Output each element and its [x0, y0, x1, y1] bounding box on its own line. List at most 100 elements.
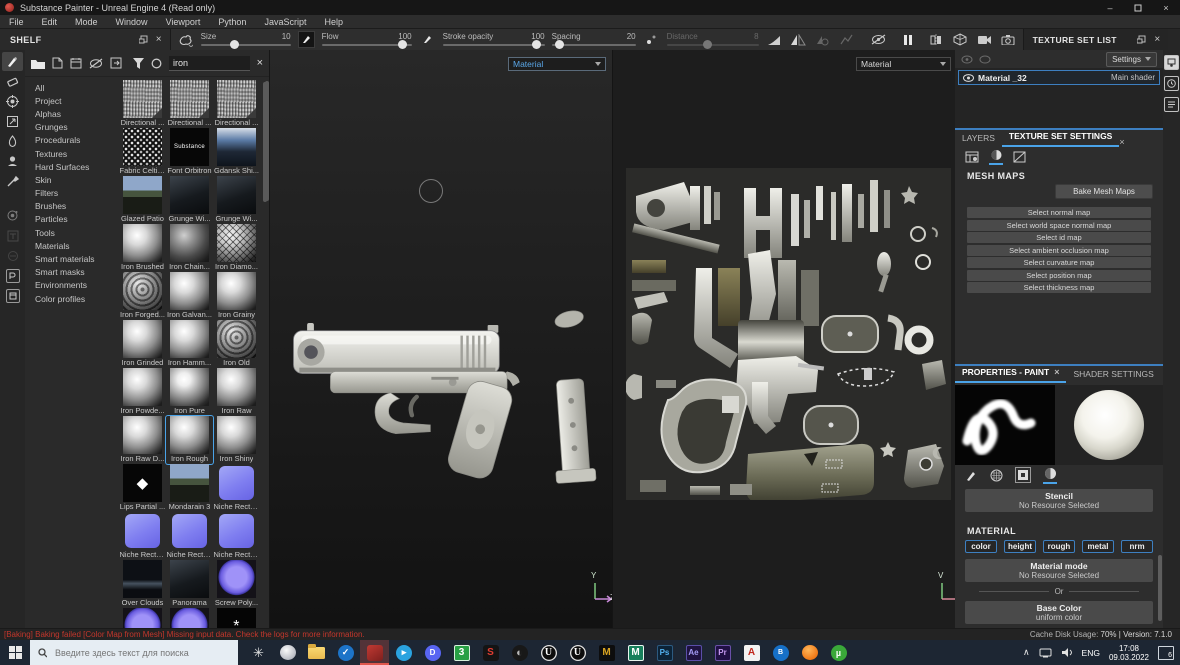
shelf-asset[interactable]: Over Clouds [119, 560, 166, 608]
clock[interactable]: 17:08 09.03.2022 [1109, 644, 1149, 662]
taskbar-app[interactable]: Ps [650, 640, 679, 665]
material-params-icon[interactable] [1043, 467, 1057, 484]
shelf-category[interactable]: Filters [25, 187, 117, 200]
viewport-3d[interactable]: Material [270, 50, 612, 628]
tab-properties-paint[interactable]: PROPERTIES - PAINT× [955, 364, 1066, 383]
shelf-category[interactable]: Skin [25, 173, 117, 186]
shelf-asset[interactable]: Iron Raw [213, 368, 260, 416]
stroke-opacity-control[interactable]: Stroke opacity100 [443, 33, 545, 46]
taskbar-app[interactable]: Pr [708, 640, 737, 665]
shelf-category[interactable]: Alphas [25, 107, 117, 120]
select-map-button[interactable]: Select world space normal map [967, 220, 1151, 231]
taskbar-app[interactable]: D [418, 640, 447, 665]
flow-control[interactable]: Flow100 [322, 33, 412, 46]
bake-mesh-maps-button[interactable]: Bake Mesh Maps [1055, 184, 1153, 199]
select-map-button[interactable]: Select id map [967, 232, 1151, 243]
taskbar-app[interactable] [302, 640, 331, 665]
shelf-asset[interactable]: Niche Recta... [119, 512, 166, 560]
shelf-category[interactable]: Smart masks [25, 266, 117, 279]
shader-mode-dropdown-3d[interactable]: Material [508, 57, 606, 71]
shelf-asset[interactable]: Iron Old [213, 320, 260, 368]
shelf-asset[interactable]: Directional ... [213, 80, 260, 128]
shelf-asset[interactable]: Gdansk Shi... [213, 128, 260, 176]
start-button[interactable] [0, 640, 30, 665]
shelf-asset[interactable]: Screw Poly... [213, 560, 260, 608]
import-resources-icon[interactable] [110, 57, 122, 69]
close-panel-icon[interactable]: × [1154, 34, 1160, 45]
hide-assets-icon[interactable] [89, 58, 103, 69]
shelf-category[interactable]: Color profiles [25, 292, 117, 305]
shelf-category[interactable]: Textures [25, 147, 117, 160]
undock-panel-icon[interactable] [1137, 35, 1146, 44]
resources-plugin-icon[interactable] [2, 286, 23, 305]
viewport-2d[interactable]: Material [612, 50, 955, 628]
shelf-asset[interactable]: Iron Rough [166, 416, 213, 464]
shelf-category[interactable]: Grunges [25, 121, 117, 134]
undock-panel-icon[interactable] [139, 35, 148, 44]
shelf-asset[interactable]: Iron Hamm... [166, 320, 213, 368]
taskbar-app[interactable]: M [592, 640, 621, 665]
resolution-icon[interactable] [965, 151, 979, 163]
channel-toggle[interactable]: height [1004, 540, 1036, 553]
log-icon[interactable] [1164, 97, 1179, 112]
shelf-asset[interactable]: Iron Grainy [213, 272, 260, 320]
network-icon[interactable] [1039, 647, 1052, 658]
shelf-asset[interactable]: Directional ... [119, 80, 166, 128]
menu-item[interactable]: Window [107, 17, 157, 27]
baking-error-message[interactable]: [Baking] Baking failed [Color Map from M… [0, 630, 365, 639]
folder-icon[interactable] [31, 58, 45, 69]
shelf-asset[interactable]: Niche Recta... [166, 512, 213, 560]
close-tab-icon[interactable]: × [1119, 137, 1124, 147]
material-mode-slot[interactable]: Material mode No Resource Selected [965, 559, 1153, 582]
menu-item[interactable]: File [0, 17, 33, 27]
shelf-asset[interactable]: Iron Raw D... [119, 416, 166, 464]
menu-item[interactable]: Edit [33, 17, 67, 27]
tab-texture-set-settings[interactable]: TEXTURE SET SETTINGS [1002, 128, 1119, 147]
menu-item[interactable]: Mode [66, 17, 107, 27]
stencil-slot[interactable]: Stencil No Resource Selected [965, 489, 1153, 512]
taskbar-app[interactable] [795, 640, 824, 665]
taskbar-app[interactable]: B [766, 640, 795, 665]
mesh-maps-tab-icon[interactable] [1013, 151, 1026, 163]
stencil-params-icon[interactable] [1015, 467, 1031, 483]
camera-video-icon[interactable] [976, 31, 993, 48]
shelf-asset[interactable]: Iron Powde... [119, 368, 166, 416]
smudge-tool[interactable] [2, 132, 23, 151]
jitter-dots-icon[interactable] [643, 31, 660, 48]
shelf-asset[interactable]: Iron Diamo... [213, 224, 260, 272]
menu-item[interactable]: Python [209, 17, 255, 27]
brush-profile-icon[interactable] [419, 31, 436, 48]
channel-toggle[interactable]: metal [1082, 540, 1114, 553]
channel-toggle[interactable]: color [965, 540, 997, 553]
polygon-fill-tool[interactable] [2, 112, 23, 131]
taskbar-app[interactable]: Ae [679, 640, 708, 665]
base-color-slot[interactable]: Base Color uniform color [965, 601, 1153, 624]
taskbar-app[interactable]: A [737, 640, 766, 665]
perspective-cube-icon[interactable] [952, 31, 969, 48]
shelf-asset[interactable]: Niche Recta... [213, 464, 260, 512]
close-button[interactable]: × [1152, 0, 1180, 15]
shelf-asset[interactable]: * [213, 608, 260, 629]
select-map-button[interactable]: Select normal map [967, 207, 1151, 218]
shelf-search-input[interactable] [169, 58, 250, 68]
pause-engine-icon[interactable] [900, 31, 917, 48]
shelf-asset[interactable]: Grunge Wi... [213, 176, 260, 224]
language-indicator[interactable]: ENG [1082, 648, 1100, 658]
taskbar-app[interactable]: U [534, 640, 563, 665]
display-settings-icon[interactable] [1164, 55, 1179, 70]
shelf-category[interactable]: Materials [25, 239, 117, 252]
select-map-button[interactable]: Select ambient occlusion map [967, 245, 1151, 256]
taskbar-app[interactable] [273, 640, 302, 665]
spacing-slider[interactable] [552, 44, 636, 46]
texture-set-item[interactable]: Material _32 Main shader [958, 70, 1160, 85]
taskbar-app[interactable]: U [563, 640, 592, 665]
panel-scrollbar[interactable] [1158, 555, 1162, 621]
symmetry-mirror-icon[interactable] [790, 31, 807, 48]
paint-tool[interactable] [2, 52, 23, 71]
shelf-category[interactable]: Project [25, 94, 117, 107]
shelf-asset[interactable]: Iron Grinded [119, 320, 166, 368]
select-map-button[interactable]: Select thickness map [967, 282, 1151, 293]
shelf-asset[interactable]: Mondarain 3 [166, 464, 213, 512]
shelf-asset[interactable] [166, 608, 213, 629]
shelf-category[interactable]: Particles [25, 213, 117, 226]
